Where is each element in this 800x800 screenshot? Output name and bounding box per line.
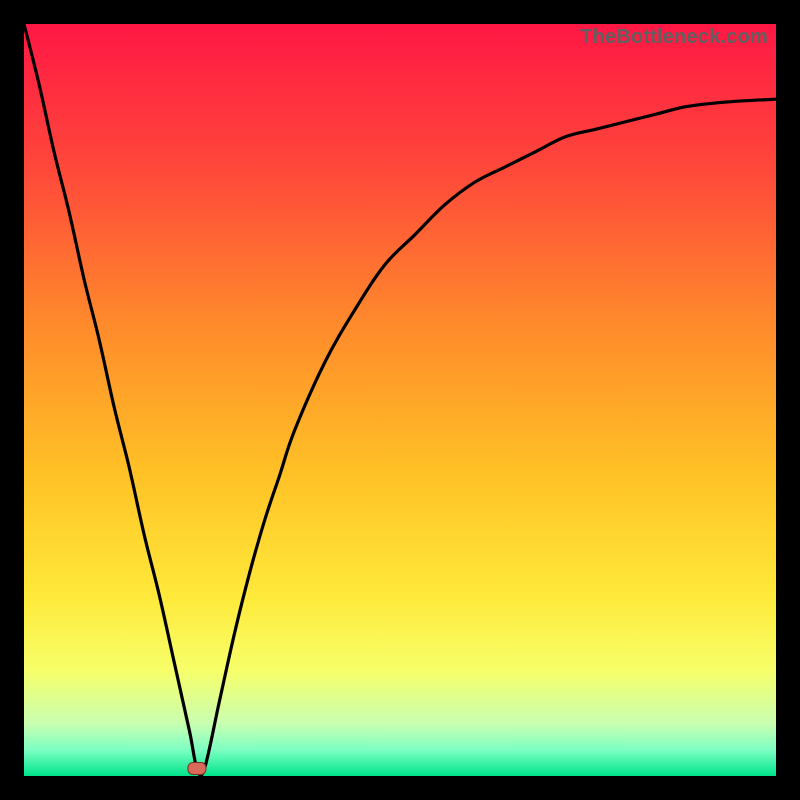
gradient-bg xyxy=(24,24,776,776)
plot-area: TheBottleneck.com xyxy=(24,24,776,776)
chart-svg xyxy=(24,24,776,776)
chart-frame: TheBottleneck.com xyxy=(0,0,800,800)
optimum-marker xyxy=(188,762,206,774)
watermark-label: TheBottleneck.com xyxy=(580,26,768,49)
